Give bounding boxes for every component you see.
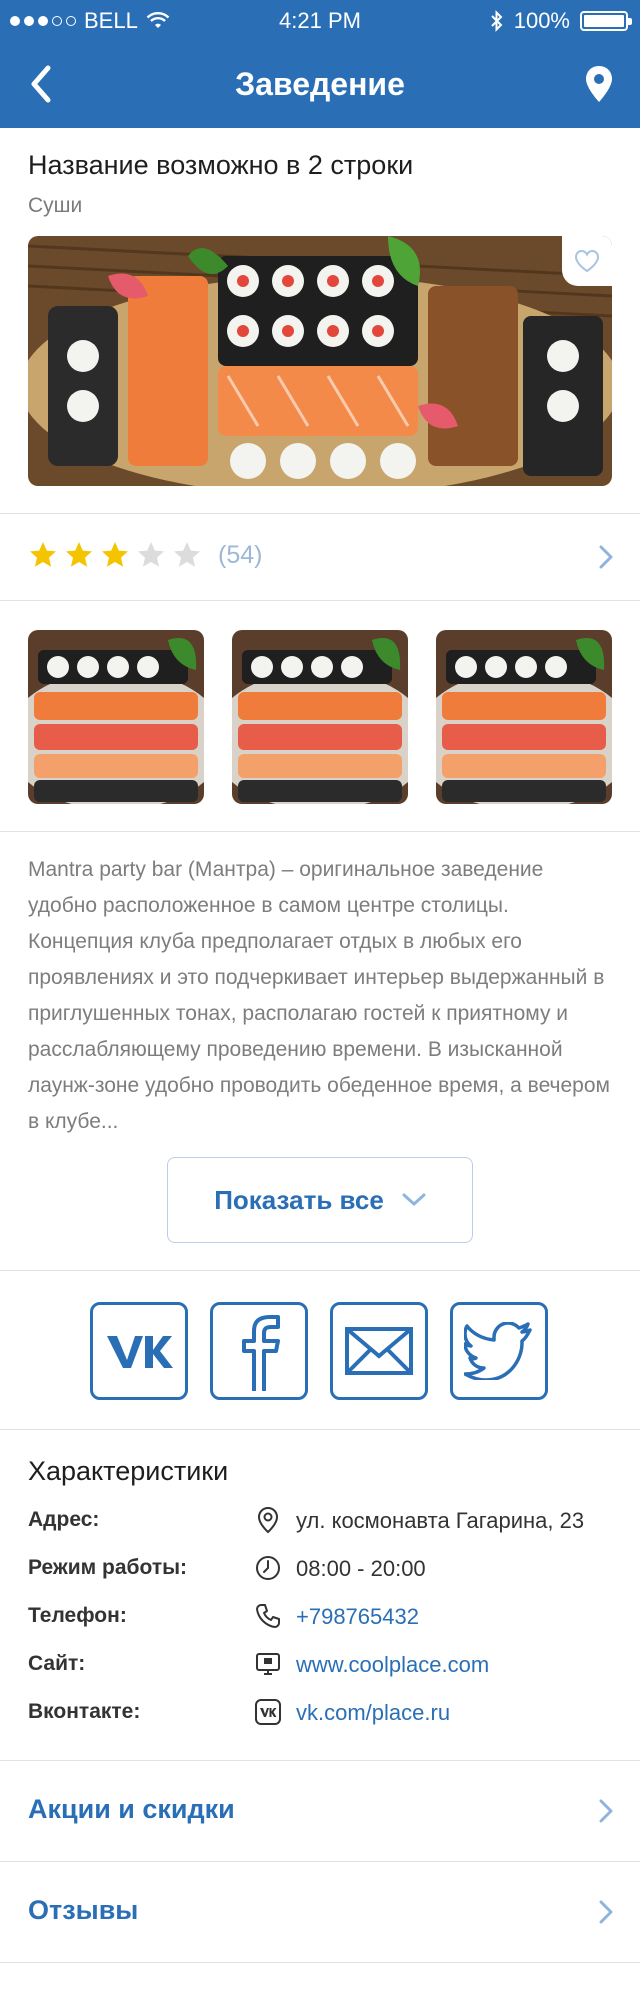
gallery-thumb[interactable] bbox=[232, 630, 408, 804]
star-empty-icon bbox=[138, 542, 164, 567]
char-row-address: Адрес: ул. космонавта Гагарина, 23 bbox=[28, 1502, 618, 1542]
phone-link[interactable]: +798765432 bbox=[296, 1604, 419, 1630]
venue-title: Название возможно в 2 строки bbox=[28, 150, 414, 180]
nav-bar: Заведение bbox=[0, 40, 640, 128]
monitor-icon bbox=[256, 1653, 280, 1675]
char-value-hours: 08:00 - 20:00 bbox=[296, 1556, 426, 1581]
char-row-phone[interactable]: Телефон: +798765432 bbox=[28, 1598, 618, 1638]
char-value-address: ул. космонавта Гагарина, 23 bbox=[296, 1508, 585, 1533]
star-empty-icon bbox=[174, 542, 200, 567]
page-title: Заведение bbox=[235, 66, 405, 102]
star-filled-icon bbox=[30, 542, 56, 567]
battery-percent: 100% bbox=[513, 8, 570, 33]
sushi-thumb-image bbox=[232, 630, 408, 804]
divider bbox=[0, 600, 640, 601]
clock-icon bbox=[256, 1556, 280, 1580]
website-link[interactable]: www.coolplace.com bbox=[296, 1652, 489, 1678]
chevron-right-icon bbox=[599, 1900, 613, 1924]
share-facebook-button[interactable] bbox=[210, 1302, 308, 1400]
share-vk-button[interactable] bbox=[90, 1302, 188, 1400]
email-icon bbox=[345, 1327, 413, 1375]
share-email-button[interactable] bbox=[330, 1302, 428, 1400]
heart-icon bbox=[574, 249, 600, 273]
reviews-link[interactable]: Отзывы bbox=[0, 1861, 640, 1961]
venue-category: Суши bbox=[28, 194, 83, 217]
chevron-down-icon bbox=[402, 1193, 426, 1206]
sushi-thumb-image bbox=[436, 630, 612, 804]
divider bbox=[0, 1270, 640, 1271]
share-twitter-button[interactable] bbox=[450, 1302, 548, 1400]
map-pin-icon[interactable] bbox=[584, 64, 614, 104]
location-pin-icon bbox=[257, 1506, 279, 1534]
battery-icon bbox=[580, 11, 632, 31]
phone-icon bbox=[256, 1604, 280, 1628]
divider bbox=[0, 513, 640, 514]
status-bar: BELL 4:21 PM 100% bbox=[0, 0, 640, 40]
vk-icon bbox=[107, 1336, 173, 1368]
chevron-right-icon bbox=[599, 1799, 613, 1823]
char-row-hours: Режим работы: 08:00 - 20:00 bbox=[28, 1550, 618, 1590]
chevron-right-icon[interactable] bbox=[598, 544, 614, 570]
rating-stars bbox=[28, 540, 202, 570]
show-all-label: Показать все bbox=[214, 1184, 384, 1215]
favorite-button[interactable] bbox=[562, 236, 612, 286]
twitter-icon bbox=[464, 1322, 532, 1380]
gallery-thumb[interactable] bbox=[436, 630, 612, 804]
show-all-button[interactable]: Показать все bbox=[167, 1157, 473, 1243]
divider bbox=[0, 1429, 640, 1430]
sushi-thumb-image bbox=[28, 630, 204, 804]
venue-description: Mantra party bar (Мантра) – оригинальное… bbox=[28, 858, 610, 1133]
reviews-label: Отзывы bbox=[28, 1895, 139, 1925]
star-filled-icon bbox=[66, 542, 92, 567]
promotions-label: Акции и скидки bbox=[28, 1794, 235, 1824]
vk-link[interactable]: vk.com/place.ru bbox=[296, 1700, 450, 1726]
venue-hero-image[interactable] bbox=[28, 236, 612, 486]
sushi-platter-image bbox=[28, 236, 612, 486]
divider bbox=[0, 831, 640, 832]
star-filled-icon bbox=[102, 542, 128, 567]
promotions-link[interactable]: Акции и скидки bbox=[0, 1760, 640, 1860]
rating-count: (54) bbox=[218, 540, 263, 569]
char-label: Режим работы: bbox=[28, 1556, 188, 1579]
gallery-thumb[interactable] bbox=[28, 630, 204, 804]
char-row-vk[interactable]: Вконтакте: vk.com/place.ru bbox=[28, 1694, 618, 1734]
char-label: Сайт: bbox=[28, 1652, 86, 1675]
characteristics-title: Характеристики bbox=[28, 1456, 229, 1486]
char-row-website[interactable]: Сайт: www.coolplace.com bbox=[28, 1646, 618, 1686]
status-right: 100% bbox=[490, 8, 632, 34]
rating-row[interactable]: (54) bbox=[28, 540, 262, 570]
char-label: Адрес: bbox=[28, 1508, 100, 1531]
vk-icon bbox=[255, 1699, 281, 1725]
char-label: Вконтакте: bbox=[28, 1700, 141, 1723]
char-label: Телефон: bbox=[28, 1604, 127, 1627]
divider bbox=[0, 1962, 640, 1963]
bluetooth-icon bbox=[491, 10, 503, 32]
facebook-icon bbox=[242, 1315, 280, 1391]
